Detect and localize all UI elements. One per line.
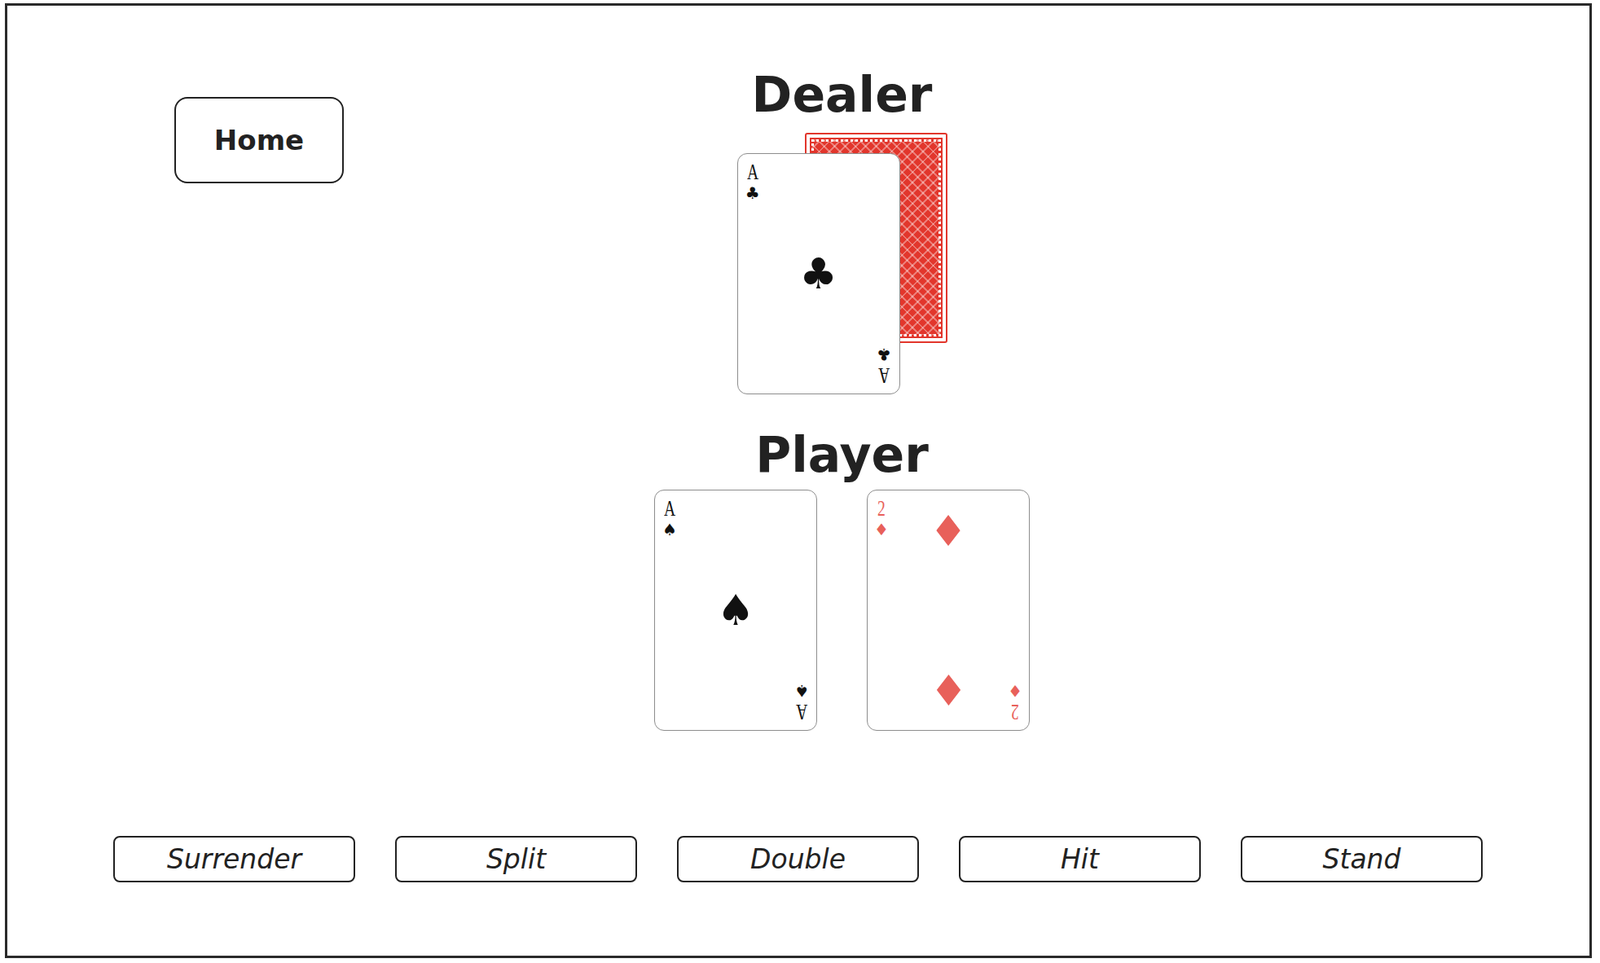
suit-pip: ♦ (929, 509, 968, 553)
home-button[interactable]: Home (174, 96, 344, 184)
card-face: A♠A♠♠ (654, 490, 817, 730)
stand-button[interactable]: Stand (1240, 835, 1483, 883)
double-button[interactable]: Double (676, 835, 919, 883)
hit-button[interactable]: Hit (958, 835, 1201, 883)
suit-pip: ♠ (716, 589, 756, 632)
dealer-title: Dealer (751, 67, 933, 122)
card-index: 2♦ (874, 496, 889, 538)
card-rank: 2 (877, 496, 886, 520)
card-index: 2♦ (1007, 682, 1023, 724)
suit-pip: ♣ (799, 252, 838, 295)
card-pips: ♦♦ (900, 509, 997, 711)
card-index: A♠ (661, 496, 678, 538)
split-button[interactable]: Split (395, 835, 638, 883)
card-rank: A (795, 700, 808, 724)
right-spacer (1309, 5, 1590, 836)
card-face: A♣A♣♣ (738, 153, 900, 394)
playing-card: A♠A♠♠ (654, 489, 818, 731)
player-title: Player (755, 427, 929, 482)
game-table: HomeDealerA♣A♣♣PlayerA♠A♠♠2♦2♦♦♦Surrende… (4, 3, 1592, 959)
card-pips: ♠ (687, 509, 784, 711)
card-index: A♠ (793, 682, 810, 724)
card-face: 2♦2♦♦♦ (867, 490, 1029, 730)
left-column: Home (7, 5, 374, 836)
action-bar: Surrender Split Double Hit Stand (7, 835, 1590, 956)
playing-card: 2♦2♦♦♦ (866, 489, 1030, 731)
card-rank: A (878, 364, 890, 387)
card-index: A♣ (744, 160, 761, 202)
surrender-button[interactable]: Surrender (113, 835, 356, 883)
hands-column: DealerA♣A♣♣PlayerA♠A♠♠2♦2♦♦♦ (373, 5, 1310, 836)
card-suit: ♣ (745, 184, 761, 202)
player-hand: A♠A♠♠2♦2♦♦♦ (654, 489, 1030, 731)
card-suit: ♠ (662, 521, 677, 538)
suit-pip: ♦ (929, 668, 968, 711)
card-rank: A (663, 496, 676, 520)
card-suit: ♦ (874, 521, 889, 538)
card-suit: ♠ (794, 682, 809, 699)
dealer-hand: A♣A♣♣ (737, 132, 948, 396)
card-suit: ♣ (876, 346, 892, 363)
table-area: HomeDealerA♣A♣♣PlayerA♠A♠♠2♦2♦♦♦ (7, 5, 1590, 836)
card-rank: 2 (1010, 700, 1020, 724)
card-suit: ♦ (1007, 682, 1023, 699)
playing-card: A♣A♣♣ (737, 153, 901, 395)
card-pips: ♣ (770, 173, 867, 374)
card-index: A♣ (875, 346, 893, 387)
card-rank: A (747, 160, 759, 184)
